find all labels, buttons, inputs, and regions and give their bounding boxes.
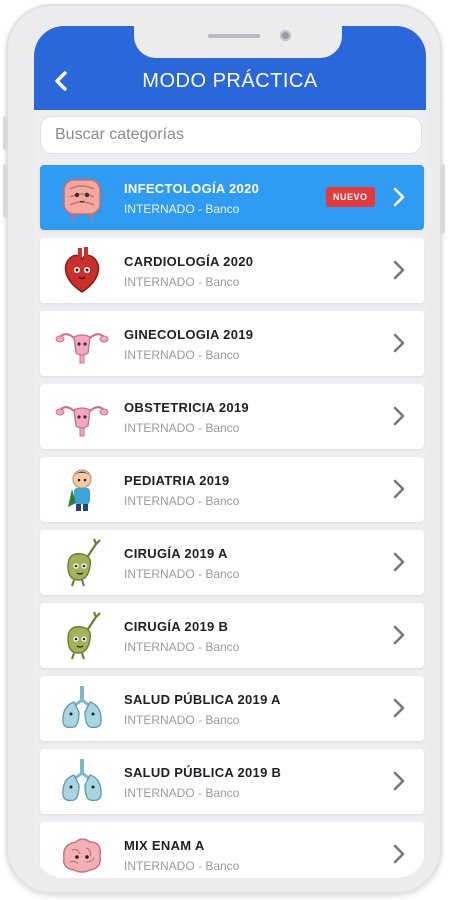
category-name: CARDIOLOGÍA 2020 bbox=[124, 254, 254, 269]
gallbladder-icon bbox=[54, 609, 110, 663]
page-title: MODO PRÁCTICA bbox=[142, 70, 318, 92]
category-subtitle: INTERNADO - Banco bbox=[124, 859, 240, 873]
category-name: GINECOLOGIA 2019 bbox=[124, 327, 254, 342]
phone-frame: MODO PRÁCTICA INFECTOLOGÍA 2020 INTERNADO… bbox=[3, 4, 445, 894]
speaker-grille bbox=[208, 34, 260, 38]
category-name: MIX ENAM A bbox=[124, 838, 205, 853]
chevron-right-icon bbox=[388, 185, 410, 209]
category-name: CIRUGÍA 2019 B bbox=[124, 619, 229, 634]
category-item[interactable]: OBSTETRICIA 2019 INTERNADO - Banco bbox=[40, 384, 424, 449]
new-badge: NUEVO bbox=[326, 187, 375, 207]
gallbladder-icon bbox=[54, 536, 110, 590]
category-item[interactable]: CIRUGÍA 2019 A INTERNADO - Banco bbox=[40, 530, 424, 595]
category-name: INFECTOLOGÍA 2020 bbox=[124, 181, 260, 196]
category-subtitle: INTERNADO - Banco bbox=[124, 713, 240, 727]
search-box[interactable] bbox=[40, 116, 422, 154]
uterus-icon bbox=[54, 317, 110, 371]
category-name: SALUD PÚBLICA 2019 B bbox=[124, 765, 282, 780]
category-name: PEDIATRIA 2019 bbox=[124, 473, 230, 488]
lungs-icon bbox=[54, 755, 110, 809]
category-name: SALUD PÚBLICA 2019 A bbox=[124, 692, 281, 707]
front-camera bbox=[280, 30, 291, 41]
phone-side-button bbox=[3, 164, 8, 218]
phone-side-button bbox=[3, 116, 8, 150]
category-item[interactable]: PEDIATRIA 2019 INTERNADO - Banco bbox=[40, 457, 424, 522]
category-name: CIRUGÍA 2019 A bbox=[124, 546, 228, 561]
category-subtitle: INTERNADO - Banco bbox=[124, 202, 240, 216]
phone-side-button bbox=[440, 164, 445, 234]
intestine-icon bbox=[54, 171, 110, 225]
category-item[interactable]: MIX ENAM A INTERNADO - Banco bbox=[40, 822, 424, 878]
category-subtitle: INTERNADO - Banco bbox=[124, 494, 240, 508]
chevron-right-icon bbox=[388, 331, 410, 355]
chevron-right-icon bbox=[388, 258, 410, 282]
uterus-icon bbox=[54, 390, 110, 444]
child-icon bbox=[54, 463, 110, 517]
heart-icon bbox=[54, 244, 110, 298]
category-item[interactable]: GINECOLOGIA 2019 INTERNADO - Banco bbox=[40, 311, 424, 376]
app-screen: MODO PRÁCTICA INFECTOLOGÍA 2020 INTERNADO… bbox=[34, 26, 426, 878]
category-item[interactable]: SALUD PÚBLICA 2019 A INTERNADO - Banco bbox=[40, 676, 424, 741]
category-name: OBSTETRICIA 2019 bbox=[124, 400, 249, 415]
category-subtitle: INTERNADO - Banco bbox=[124, 348, 240, 362]
chevron-right-icon bbox=[388, 550, 410, 574]
chevron-right-icon bbox=[388, 623, 410, 647]
chevron-right-icon bbox=[388, 404, 410, 428]
category-subtitle: INTERNADO - Banco bbox=[124, 640, 240, 654]
category-subtitle: INTERNADO - Banco bbox=[124, 567, 240, 581]
category-subtitle: INTERNADO - Banco bbox=[124, 421, 240, 435]
chevron-right-icon bbox=[388, 477, 410, 501]
chevron-right-icon bbox=[388, 769, 410, 793]
lungs-icon bbox=[54, 682, 110, 736]
category-subtitle: INTERNADO - Banco bbox=[124, 786, 240, 800]
category-item[interactable]: SALUD PÚBLICA 2019 B INTERNADO - Banco bbox=[40, 749, 424, 814]
category-item[interactable]: CARDIOLOGÍA 2020 INTERNADO - Banco bbox=[40, 238, 424, 303]
category-subtitle: INTERNADO - Banco bbox=[124, 275, 240, 289]
brain-icon bbox=[54, 828, 110, 878]
chevron-right-icon bbox=[388, 842, 410, 866]
category-list: INFECTOLOGÍA 2020 INTERNADO - Banco NUEVO C… bbox=[40, 165, 424, 878]
search-input[interactable] bbox=[53, 125, 421, 145]
category-item[interactable]: CIRUGÍA 2019 B INTERNADO - Banco bbox=[40, 603, 424, 668]
chevron-right-icon bbox=[388, 696, 410, 720]
phone-notch bbox=[134, 26, 342, 58]
category-item[interactable]: INFECTOLOGÍA 2020 INTERNADO - Banco NUEVO bbox=[40, 165, 424, 230]
app-header: MODO PRÁCTICA bbox=[34, 26, 426, 110]
